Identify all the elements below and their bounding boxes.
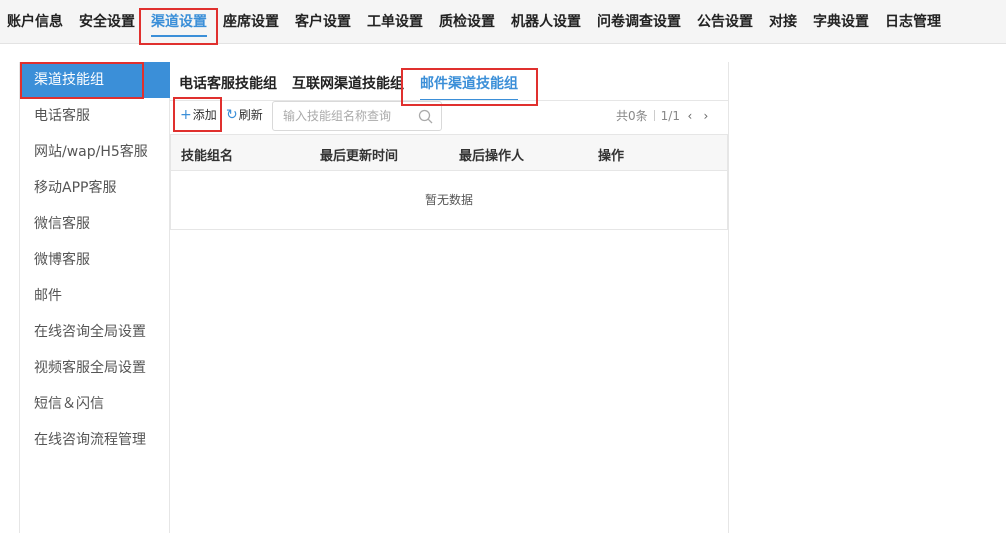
sidebar-item-online-chat-flow-management[interactable]: 在线咨询流程管理: [20, 422, 170, 458]
tab-email-channel-skill-group[interactable]: 邮件渠道技能组: [420, 74, 518, 101]
search-input[interactable]: [273, 102, 411, 130]
sidebar-item-channel-skill-group[interactable]: 渠道技能组: [20, 62, 170, 98]
pagination-total: 共0条: [616, 109, 648, 123]
refresh-button-label: 刷新: [238, 108, 263, 122]
sidebar: 渠道技能组 电话客服 网站/wap/H5客服 移动APP客服 微信客服 微博客服…: [19, 62, 170, 533]
sidebar-item-phone-service[interactable]: 电话客服: [20, 98, 170, 134]
skill-group-table: 技能组名 最后更新时间 最后操作人 操作 暂无数据: [170, 134, 728, 230]
column-header-last-updated: 最后更新时间: [320, 149, 399, 164]
topnav-item-survey-settings[interactable]: 问卷调查设置: [597, 13, 681, 31]
sidebar-item-video-service-global-settings[interactable]: 视频客服全局设置: [20, 350, 170, 386]
column-header-skill-group-name: 技能组名: [181, 149, 234, 164]
sidebar-item-mobile-app-service[interactable]: 移动APP客服: [20, 170, 170, 206]
topnav-item-notice-settings[interactable]: 公告设置: [697, 13, 753, 31]
topnav-item-log-management[interactable]: 日志管理: [885, 13, 941, 31]
plus-icon: +: [180, 107, 192, 123]
empty-state-text: 暂无数据: [424, 193, 473, 207]
pagination-page: 1/1: [660, 109, 680, 123]
sidebar-item-online-chat-global-settings[interactable]: 在线咨询全局设置: [20, 314, 170, 350]
chevron-left-icon[interactable]: ‹: [684, 107, 696, 125]
topnav-item-security-settings[interactable]: 安全设置: [79, 13, 135, 31]
topnav-item-ticket-settings[interactable]: 工单设置: [367, 13, 423, 31]
topnav-item-robot-settings[interactable]: 机器人设置: [511, 13, 581, 31]
add-button[interactable]: +添加: [180, 106, 217, 124]
topnav-item-qa-settings[interactable]: 质检设置: [439, 13, 495, 31]
search-icon[interactable]: [418, 109, 433, 124]
top-navigation: 账户信息 安全设置 渠道设置 座席设置 客户设置 工单设置 质检设置 机器人设置…: [0, 0, 1006, 44]
tab-divider: [170, 100, 729, 101]
refresh-icon: ↻: [226, 107, 238, 123]
sidebar-item-web-wap-h5-service[interactable]: 网站/wap/H5客服: [20, 134, 170, 170]
column-header-last-operator: 最后操作人: [459, 149, 525, 164]
table-header: 技能组名 最后更新时间 最后操作人 操作: [171, 135, 727, 171]
search-box: [272, 101, 442, 131]
sidebar-item-email[interactable]: 邮件: [20, 278, 170, 314]
add-button-label: 添加: [192, 108, 217, 122]
topnav-item-account-info[interactable]: 账户信息: [7, 13, 63, 31]
chevron-right-icon[interactable]: ›: [700, 107, 712, 125]
sidebar-item-wechat-service[interactable]: 微信客服: [20, 206, 170, 242]
topnav-item-customer-settings[interactable]: 客户设置: [295, 13, 351, 31]
topnav-item-dictionary-settings[interactable]: 字典设置: [813, 13, 869, 31]
column-header-actions: 操作: [598, 149, 625, 164]
sidebar-item-weibo-service[interactable]: 微博客服: [20, 242, 170, 278]
sidebar-item-sms-flash[interactable]: 短信＆闪信: [20, 386, 170, 422]
tab-phone-skill-group[interactable]: 电话客服技能组: [179, 74, 277, 94]
topnav-item-integration[interactable]: 对接: [769, 13, 797, 31]
topnav-item-seat-settings[interactable]: 座席设置: [223, 13, 279, 31]
main-panel: 电话客服技能组 互联网渠道技能组 邮件渠道技能组 +添加 ↻刷新 共0条 1/1 ‹…: [170, 62, 729, 533]
pagination-divider: [653, 110, 655, 121]
refresh-button[interactable]: ↻刷新: [226, 106, 263, 124]
tab-internet-channel-skill-group[interactable]: 互联网渠道技能组: [292, 74, 404, 94]
pagination: 共0条 1/1 ‹ ›: [616, 107, 712, 125]
topnav-item-channel-settings[interactable]: 渠道设置: [151, 13, 207, 37]
